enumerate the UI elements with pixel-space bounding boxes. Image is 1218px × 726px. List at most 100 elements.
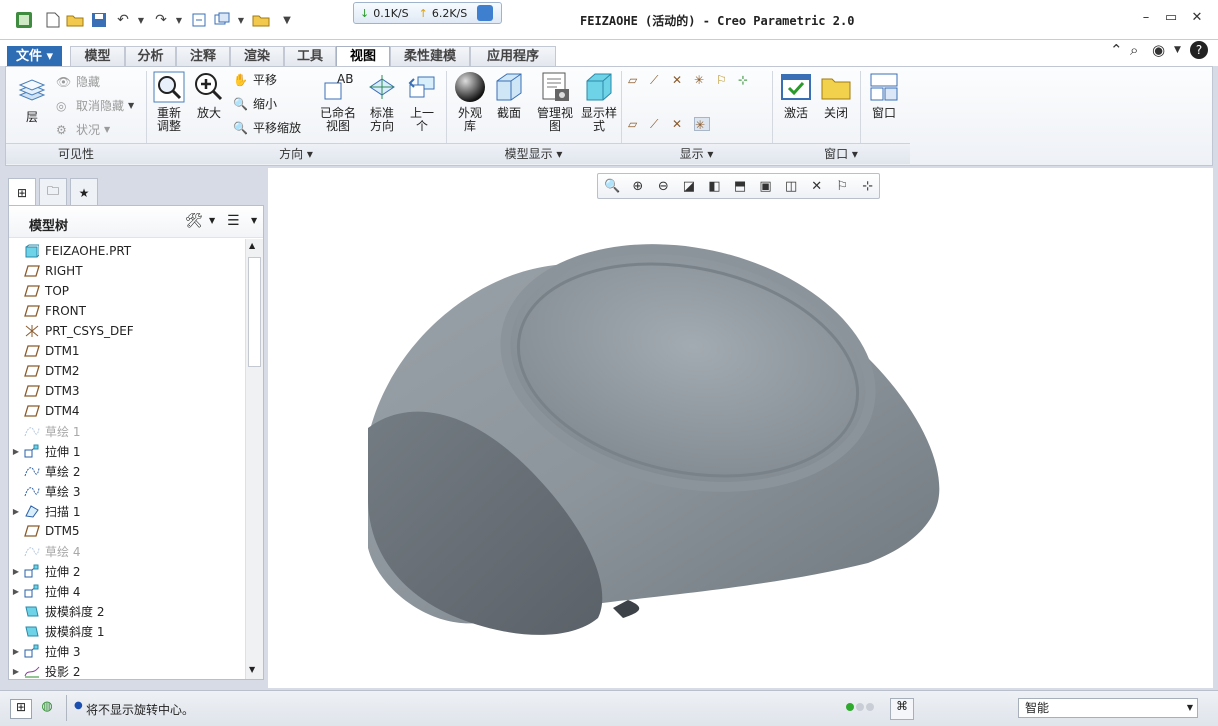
model-tree-item[interactable]: 拔模斜度 2 [9, 601, 245, 621]
expand-arrow-icon[interactable]: ▶ [9, 507, 23, 516]
expand-arrow-icon[interactable]: ▶ [9, 647, 23, 656]
annotation-display-icon[interactable]: ⚐ [831, 176, 854, 196]
plane-display-icon[interactable]: ▱ [628, 73, 644, 87]
open-file-icon[interactable] [66, 10, 84, 30]
previous-view-button[interactable]: 上一 个 [404, 71, 440, 133]
customize-toolbar-icon[interactable]: ▼ [280, 10, 294, 30]
orientation-group-label[interactable]: 方向 ▾ [146, 143, 446, 164]
zoom-out-button[interactable]: 🔍 缩小 [233, 95, 277, 112]
show-group-label[interactable]: 显示 ▾ [621, 143, 772, 164]
selection-filter-select[interactable]: 智能 ▼ [1018, 698, 1198, 718]
hide-button[interactable]: 👁 隐藏 [56, 73, 100, 90]
expand-arrow-icon[interactable]: ▶ [9, 567, 23, 576]
model-tree-item[interactable]: 草绘 4 [9, 541, 245, 561]
window-group-label[interactable]: 窗口 ▾ [772, 143, 910, 164]
scroll-up-icon[interactable]: ▲ [249, 241, 255, 250]
display-style-button[interactable]: 显示样 式 [578, 71, 620, 133]
model-tree-item[interactable]: RIGHT [9, 261, 245, 281]
tab-flexible-modeling[interactable]: 柔性建模 [390, 46, 470, 66]
regenerate-icon[interactable] [190, 10, 208, 30]
redo-dropdown-icon[interactable]: ▼ [174, 10, 184, 30]
status-button[interactable]: ⚙ 状况 ▼ [56, 121, 110, 138]
close-window-icon[interactable] [252, 10, 270, 30]
activate-button[interactable]: 激活 [778, 71, 814, 120]
model-tree-tab-icon[interactable]: ⊞ [8, 178, 36, 206]
section-button[interactable]: 截面 [492, 71, 526, 120]
redo-icon[interactable]: ↷ [152, 10, 170, 30]
tree-settings-dropdown-icon[interactable]: ▼ [209, 216, 215, 225]
spin-center-icon[interactable]: ⊹ [738, 73, 754, 87]
model-tree-item[interactable]: DTM5 [9, 521, 245, 541]
windows-button[interactable]: 窗口 [866, 71, 902, 120]
section-icon[interactable]: ◫ [780, 176, 803, 196]
undo-dropdown-icon[interactable]: ▼ [136, 10, 146, 30]
csys-display-icon[interactable]: ✳ [694, 73, 710, 87]
refit-button[interactable]: 重新 调整 [152, 71, 186, 133]
model-tree-item[interactable]: 草绘 2 [9, 461, 245, 481]
community-icon[interactable]: ◉ [1152, 41, 1165, 59]
tab-tools[interactable]: 工具 [284, 46, 336, 66]
browser-toggle-icon[interactable]: ◍ [36, 699, 58, 719]
point-display-icon[interactable]: ✕ [672, 73, 688, 87]
tab-annotate[interactable]: 注释 [176, 46, 230, 66]
minimize-button[interactable]: – [1136, 10, 1156, 28]
unhide-button[interactable]: ◎ 取消隐藏 ▼ [56, 97, 134, 114]
help-icon[interactable]: ? [1190, 41, 1208, 59]
new-file-icon[interactable] [44, 10, 62, 30]
scroll-thumb[interactable] [248, 257, 261, 367]
scroll-down-icon[interactable]: ▼ [249, 665, 255, 674]
maximize-button[interactable]: ▭ [1161, 10, 1181, 28]
model-tree-item[interactable]: ▶ 拉伸 1 [9, 441, 245, 461]
model-display-group-label[interactable]: 模型显示 ▾ [446, 143, 621, 164]
tab-render[interactable]: 渲染 [230, 46, 284, 66]
browser-icon[interactable] [477, 5, 494, 21]
datum-display-filters-icon[interactable]: ✕ [805, 176, 828, 196]
undo-icon[interactable]: ↶ [114, 10, 132, 30]
point-tag-icon[interactable]: ✕ [672, 117, 688, 131]
folder-browser-tab-icon[interactable]: 🗀 [39, 178, 67, 206]
axis-display-icon[interactable]: ⟋ [650, 73, 666, 87]
close-button-ribbon[interactable]: 关闭 [818, 71, 854, 120]
model-tree-item[interactable]: FEIZAOHE.PRT [9, 241, 245, 261]
model-tree-item[interactable]: 草绘 3 [9, 481, 245, 501]
model-tree-item[interactable]: DTM2 [9, 361, 245, 381]
tree-scrollbar[interactable]: ▲ ▼ [245, 239, 263, 679]
tab-applications[interactable]: 应用程序 [470, 46, 556, 66]
layers-button[interactable]: 层 [12, 75, 52, 124]
model-tree-item[interactable]: FRONT [9, 301, 245, 321]
tab-model[interactable]: 模型 [70, 46, 125, 66]
filter-dropdown-icon[interactable]: ▼ [1187, 699, 1193, 717]
pan-button[interactable]: ✋ 平移 [233, 71, 277, 88]
favorites-tab-icon[interactable]: ★ [70, 178, 98, 206]
model-tree-item[interactable]: 拔模斜度 1 [9, 621, 245, 641]
view-manager-icon[interactable]: ▣ [754, 176, 777, 196]
show-options-icon[interactable]: ☰ [227, 213, 240, 229]
graphics-window[interactable] [268, 168, 1213, 688]
zoom-in-icon[interactable]: ⊕ [627, 176, 650, 196]
named-views-button[interactable]: AB 已命名 视图 [316, 71, 360, 133]
refit-icon[interactable]: 🔍 [601, 176, 624, 196]
model-tree-item[interactable]: DTM3 [9, 381, 245, 401]
model-tree-item[interactable]: ▶ 投影 2 [9, 661, 245, 679]
model-render[interactable] [268, 168, 1213, 688]
tab-file[interactable]: 文件 ▾ [7, 46, 62, 66]
show-options-dropdown-icon[interactable]: ▼ [251, 216, 257, 225]
expand-arrow-icon[interactable]: ▶ [9, 447, 23, 456]
model-tree-item[interactable]: PRT_CSYS_DEF [9, 321, 245, 341]
expand-arrow-icon[interactable]: ▶ [9, 587, 23, 596]
manage-views-button[interactable]: 管理视 图 [532, 71, 578, 133]
find-icon[interactable]: ⌘ [890, 698, 914, 720]
standard-orientation-button[interactable]: 标准 方向 [364, 71, 400, 133]
tab-view[interactable]: 视图 [336, 46, 390, 67]
repaint-icon[interactable]: ◪ [678, 176, 701, 196]
appearance-gallery-button[interactable]: 外观 库 [452, 71, 488, 133]
community-dropdown-icon[interactable]: ▼ [1174, 45, 1181, 55]
annotation-display-icon[interactable]: ⚐ [716, 73, 732, 87]
windows-icon[interactable] [213, 10, 231, 30]
axis-tag-icon[interactable]: ⟋ [650, 117, 666, 131]
saved-orientations-icon[interactable]: ⬒ [729, 176, 752, 196]
model-tree-item[interactable]: ▶ 扫描 1 [9, 501, 245, 521]
expand-arrow-icon[interactable]: ▶ [9, 667, 23, 676]
csys-tag-icon[interactable]: ✳ [694, 117, 710, 132]
windows-dropdown-icon[interactable]: ▼ [236, 10, 246, 30]
